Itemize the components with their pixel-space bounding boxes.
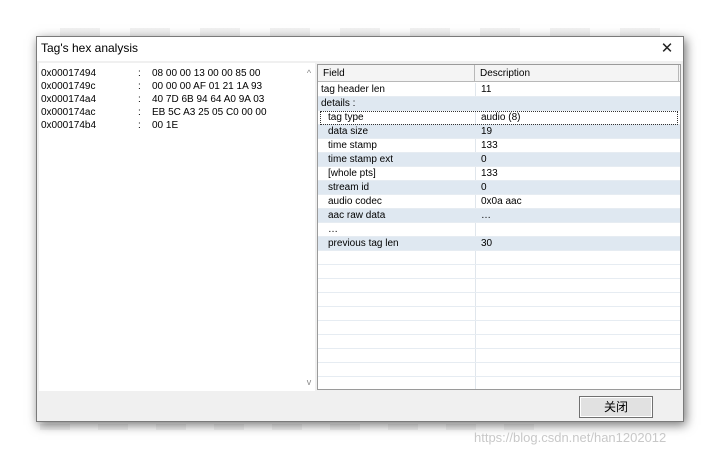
grid-row[interactable]: details : xyxy=(318,97,680,111)
grid-field-cell: details : xyxy=(321,98,356,109)
hex-separator: : xyxy=(138,68,141,79)
scroll-down-icon[interactable]: v xyxy=(303,376,315,388)
grid-description-cell: 19 xyxy=(481,126,493,137)
grid-description-cell: … xyxy=(481,210,491,221)
empty-grid-row xyxy=(318,321,680,335)
grid-field-cell: time stamp xyxy=(328,140,377,151)
grid-field-cell: [whole pts] xyxy=(328,168,376,179)
hex-address: 0x000174b4 xyxy=(41,120,97,131)
grid-field-cell: … xyxy=(328,224,338,235)
grid-description-cell: 133 xyxy=(481,168,498,179)
grid-field-cell: time stamp ext xyxy=(328,154,394,165)
empty-grid-row xyxy=(318,377,680,389)
grid-description-cell: 0 xyxy=(481,154,487,165)
grid-field-cell: stream id xyxy=(328,182,370,193)
hex-address: 0x000174ac xyxy=(41,107,96,118)
screenshot-stage: Tag's hex analysis ✕ 0x00017494 : 08 00 … xyxy=(0,0,719,459)
grid-description-cell: 0x0a aac xyxy=(481,196,522,207)
empty-grid-row xyxy=(318,279,680,293)
hex-bytes: EB 5C A3 25 05 C0 00 00 xyxy=(152,107,267,118)
close-icon[interactable]: ✕ xyxy=(657,39,677,59)
hex-separator: : xyxy=(138,107,141,118)
grid-description-cell: 11 xyxy=(481,84,492,95)
grid-description-cell: 30 xyxy=(481,238,493,249)
hex-bytes: 40 7D 6B 94 64 A0 9A 03 xyxy=(152,94,265,105)
description-column-header[interactable]: Description xyxy=(475,65,679,82)
field-description-grid[interactable]: Field Description tag header len 11 detail… xyxy=(317,64,681,390)
dialog-titlebar: Tag's hex analysis ✕ xyxy=(37,37,683,61)
grid-field-cell: audio codec xyxy=(328,196,382,207)
grid-row[interactable]: tag type audio (8) xyxy=(318,111,680,125)
grid-field-cell: data size xyxy=(328,126,369,137)
hex-address: 0x0001749c xyxy=(41,81,96,92)
empty-grid-row xyxy=(318,293,680,307)
hex-bytes: 00 1E xyxy=(152,120,179,131)
grid-field-cell: aac raw data xyxy=(328,210,386,221)
empty-grid-row xyxy=(318,251,680,265)
empty-grid-row xyxy=(318,349,680,363)
hex-address: 0x000174a4 xyxy=(41,94,97,105)
hex-separator: : xyxy=(138,94,141,105)
hex-bytes: 00 00 00 AF 01 21 1A 93 xyxy=(152,81,263,92)
hex-dump-panel[interactable]: 0x00017494 : 08 00 00 13 00 00 85 00 0x0… xyxy=(39,63,315,391)
grid-description-cell: 0 xyxy=(481,182,487,193)
hex-vertical-scrollbar[interactable]: ^ v xyxy=(303,63,315,391)
grid-description-cell: 133 xyxy=(481,140,498,151)
grid-field-cell: previous tag len xyxy=(328,238,399,249)
grid-header: Field Description xyxy=(318,65,680,82)
grid-row[interactable]: audio codec 0x0a aac xyxy=(318,195,680,209)
watermark-text: https://blog.csdn.net/han1202012 xyxy=(474,430,667,445)
focus-rectangle xyxy=(320,111,678,125)
empty-grid-row xyxy=(318,335,680,349)
hex-analysis-dialog: Tag's hex analysis ✕ 0x00017494 : 08 00 … xyxy=(36,36,684,422)
hex-separator: : xyxy=(138,81,141,92)
background-window-residue xyxy=(60,28,660,36)
empty-grid-row xyxy=(318,307,680,321)
dialog-title: Tag's hex analysis xyxy=(41,41,139,55)
grid-row[interactable]: time stamp ext 0 xyxy=(318,153,680,167)
grid-row[interactable]: [whole pts] 133 xyxy=(318,167,680,181)
hex-address: 0x00017494 xyxy=(41,68,97,79)
grid-row[interactable]: aac raw data … xyxy=(318,209,680,223)
scroll-up-icon[interactable]: ^ xyxy=(303,67,315,79)
grid-row[interactable]: data size 19 xyxy=(318,125,680,139)
hex-separator: : xyxy=(138,120,141,131)
close-button[interactable]: 关闭 xyxy=(579,396,653,418)
grid-row[interactable]: stream id 0 xyxy=(318,181,680,195)
grid-field-cell: tag header len xyxy=(321,84,385,95)
grid-row[interactable]: … xyxy=(318,223,680,237)
grid-row[interactable]: previous tag len 30 xyxy=(318,237,680,251)
empty-grid-row xyxy=(318,265,680,279)
hex-bytes: 08 00 00 13 00 00 85 00 xyxy=(152,68,261,79)
empty-grid-row xyxy=(318,363,680,377)
grid-row[interactable]: time stamp 133 xyxy=(318,139,680,153)
grid-row[interactable]: tag header len 11 xyxy=(318,83,680,97)
field-column-header[interactable]: Field xyxy=(318,65,475,82)
